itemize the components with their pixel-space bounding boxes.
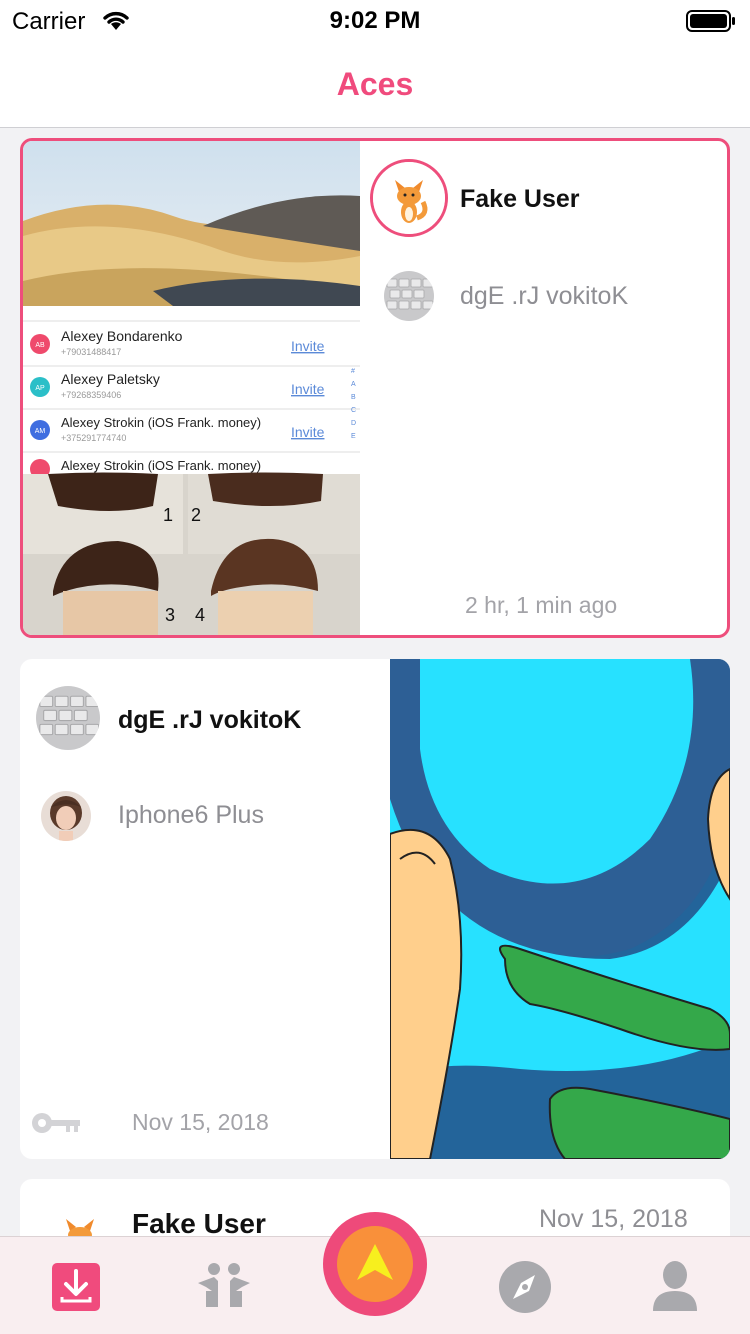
index-letter: # (351, 368, 355, 375)
contact-phone: +79031488417 (61, 347, 121, 357)
navigation-bar: Aces (0, 40, 750, 128)
haircut-number: 2 (191, 505, 201, 525)
key-icon (32, 1113, 80, 1133)
ace-photo-drawing[interactable] (390, 659, 730, 1159)
keyboard-avatar[interactable] (384, 271, 434, 321)
aces-button[interactable] (323, 1212, 427, 1316)
aces-button-inner (337, 1226, 413, 1302)
aces-icon (357, 1244, 393, 1280)
index-letter: E (351, 433, 356, 440)
contact-name: Alexey Strokin (iOS Frank. money) (61, 458, 261, 473)
ace-card[interactable]: AB AP AM Alexey Bondarenko +79031488417 … (20, 138, 730, 638)
contact-name: Alexey Strokin (iOS Frank. money) (61, 415, 261, 430)
page-title: Aces (336, 66, 414, 102)
index-letter: D (351, 420, 356, 427)
keyboard-avatar[interactable] (36, 686, 100, 750)
primary-user-name[interactable]: Fake User (460, 185, 580, 214)
primary-user-name[interactable]: dgE .rJ vokitoK (118, 706, 301, 735)
secondary-user-name[interactable]: Iphone6 Plus (118, 801, 264, 830)
contact-invite: Invite (291, 338, 325, 354)
status-bar: Carrier 9:02 PM (0, 0, 750, 40)
battery-icon (686, 10, 735, 32)
fox-avatar[interactable] (370, 159, 448, 237)
contact-name: Alexey Bondarenko (61, 328, 183, 344)
card-timestamp: Nov 15, 2018 (539, 1205, 688, 1233)
contact-phone: +79268359406 (61, 390, 121, 400)
haircut-number: 4 (195, 605, 205, 625)
index-letter: B (351, 394, 356, 401)
inbox-icon[interactable] (50, 1257, 110, 1317)
contact-initials: AP (35, 385, 45, 392)
contact-phone: +375291774740 (61, 433, 126, 443)
status-time: 9:02 PM (329, 7, 421, 34)
profile-icon[interactable] (645, 1257, 705, 1317)
contact-invite: Invite (291, 381, 325, 397)
card-timestamp: 2 hr, 1 min ago (465, 592, 618, 618)
index-letter: A (351, 381, 356, 388)
contact-initials: AB (35, 342, 45, 349)
haircut-number: 1 (163, 505, 173, 525)
secondary-user-name[interactable]: dgE .rJ vokitoK (460, 282, 628, 311)
index-letter: C (351, 407, 356, 414)
contact-invite: Invite (291, 424, 325, 440)
haircut-number: 3 (165, 605, 175, 625)
friends-icon[interactable] (194, 1257, 254, 1317)
explore-icon[interactable] (495, 1257, 555, 1317)
contact-initials: AM (35, 428, 46, 435)
ace-card[interactable]: dgE .rJ vokitoK Iphone6 Plus Nov 15, 201… (20, 659, 730, 1159)
user-photo-avatar[interactable] (41, 791, 91, 841)
ace-photo-collage[interactable]: AB AP AM Alexey Bondarenko +79031488417 … (23, 141, 360, 635)
contact-name: Alexey Paletsky (61, 371, 160, 387)
card-timestamp: Nov 15, 2018 (132, 1109, 269, 1135)
